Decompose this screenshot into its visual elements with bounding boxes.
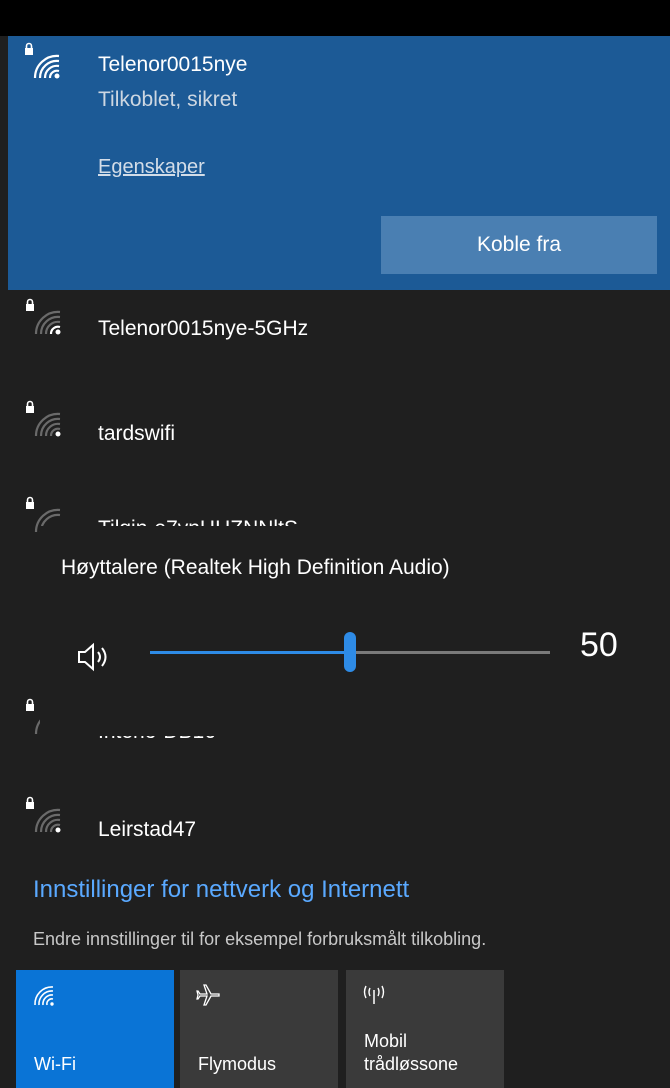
network-list-item[interactable]: tardswifi <box>0 392 670 482</box>
airplane-mode-tile[interactable]: Flymodus <box>180 970 338 1088</box>
network-name: Leirstad47 <box>98 818 197 841</box>
network-name: tardswifi <box>98 422 176 445</box>
network-list-item[interactable]: Leirstad47 <box>0 790 670 880</box>
top-strip <box>0 0 670 36</box>
hotspot-icon <box>361 982 387 1008</box>
wifi-icon <box>31 982 57 1008</box>
wifi-secured-icon <box>24 400 66 442</box>
volume-slider-thumb[interactable] <box>344 632 356 672</box>
volume-slider[interactable] <box>150 632 550 672</box>
mobile-hotspot-tile[interactable]: Mobil trådløssone <box>346 970 504 1088</box>
airplane-tile-label: Flymodus <box>198 1054 277 1074</box>
wifi-tile-label: Wi-Fi <box>34 1054 76 1074</box>
network-settings-description: Endre innstillinger til for eksempel for… <box>33 929 487 949</box>
connected-network[interactable]: Telenor0015nye Tilkoblet, sikret Egenska… <box>8 36 670 290</box>
wifi-secured-icon <box>24 796 66 838</box>
audio-device-name: Høyttalere (Realtek High Definition Audi… <box>61 556 450 579</box>
network-flyout: Telenor0015nye Tilkoblet, sikret Egenska… <box>0 36 670 1088</box>
connected-network-status: Tilkoblet, sikret <box>98 88 238 111</box>
volume-slider-fill <box>150 651 350 654</box>
wifi-tile[interactable]: Wi-Fi <box>16 970 174 1088</box>
network-name: Telenor0015nye-5GHz <box>98 317 309 340</box>
airplane-icon <box>195 982 221 1008</box>
connected-network-name: Telenor0015nye <box>98 53 248 76</box>
volume-flyout: Høyttalere (Realtek High Definition Audi… <box>40 526 670 736</box>
network-settings-link[interactable]: Innstillinger for nettverk og Internett <box>33 876 409 904</box>
wifi-secured-icon <box>23 42 65 84</box>
wifi-secured-icon <box>24 298 66 340</box>
hotspot-tile-label: Mobil trådløssone <box>364 1031 459 1074</box>
speaker-icon[interactable] <box>76 642 116 672</box>
network-list-item[interactable]: Telenor0015nye-5GHz <box>0 290 670 380</box>
properties-link[interactable]: Egenskaper <box>98 156 205 179</box>
disconnect-button[interactable]: Koble fra <box>381 216 657 274</box>
volume-value: 50 <box>580 626 618 664</box>
